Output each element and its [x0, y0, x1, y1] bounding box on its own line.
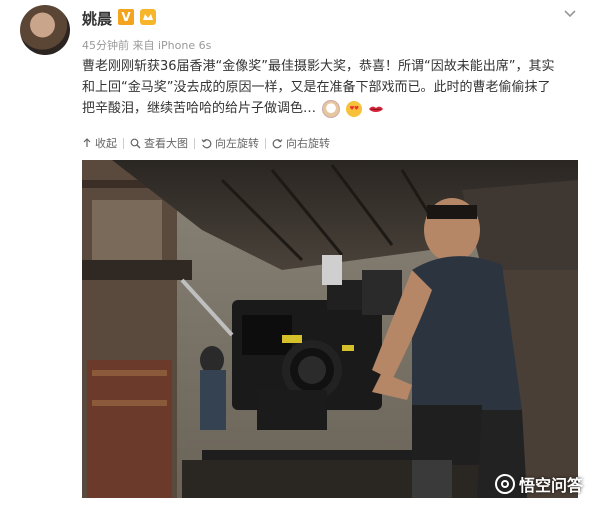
- rotate-right-button[interactable]: 向右旋转: [266, 135, 336, 151]
- post-meta: 45分钟前 来自 iPhone 6s: [82, 39, 212, 52]
- rotate-left-button[interactable]: 向左旋转: [195, 135, 265, 151]
- collapse-icon: [83, 138, 91, 147]
- image-toolbar: 收起 查看大图 向左旋转 向右旋转: [82, 134, 336, 152]
- post-text-line: 曹老刚刚斩获36届香港“金像奖”最佳摄影大奖，恭喜！所谓“因故未能出席”，其实: [82, 59, 555, 74]
- post-text-line: 把辛酸泪，继续苦哈哈的给片子做调色…: [82, 98, 587, 119]
- watermark-label: 悟空问答: [519, 476, 584, 495]
- wukong-logo-icon: [495, 474, 515, 494]
- chevron-down-icon[interactable]: [563, 6, 577, 20]
- wukong-watermark: 悟空问答: [495, 472, 583, 496]
- film-set-image: [82, 160, 578, 498]
- view-large-label: 查看大图: [144, 137, 188, 150]
- heart-eyes-icon: [346, 100, 363, 117]
- collapse-label: 收起: [95, 137, 117, 150]
- rotate-left-icon: [201, 138, 212, 148]
- lips-icon: [368, 101, 384, 117]
- post-body: 曹老刚刚斩获36届香港“金像奖”最佳摄影大奖，恭喜！所谓“因故未能出席”，其实 …: [82, 56, 587, 119]
- post-text-line: 和上回“金马奖”没去成的原因一样，又是在准备下部戏而已。此时的曹老偷偷抹了: [82, 80, 551, 95]
- doge-icon: [322, 99, 341, 118]
- author-name[interactable]: 姚晨: [82, 8, 112, 29]
- rotate-right-icon: [272, 138, 283, 148]
- verified-badge-icon: V: [118, 9, 134, 25]
- view-large-button[interactable]: 查看大图: [124, 135, 194, 151]
- collapse-button[interactable]: 收起: [82, 135, 123, 151]
- post-photo[interactable]: [82, 160, 578, 498]
- author-avatar[interactable]: [20, 5, 70, 55]
- search-icon: [130, 138, 141, 148]
- member-level-icon: [140, 9, 156, 25]
- rotate-left-label: 向左旋转: [215, 137, 259, 150]
- rotate-right-label: 向右旋转: [286, 137, 330, 150]
- post-text-tail: 把辛酸泪，继续苦哈哈的给片子做调色…: [82, 101, 317, 116]
